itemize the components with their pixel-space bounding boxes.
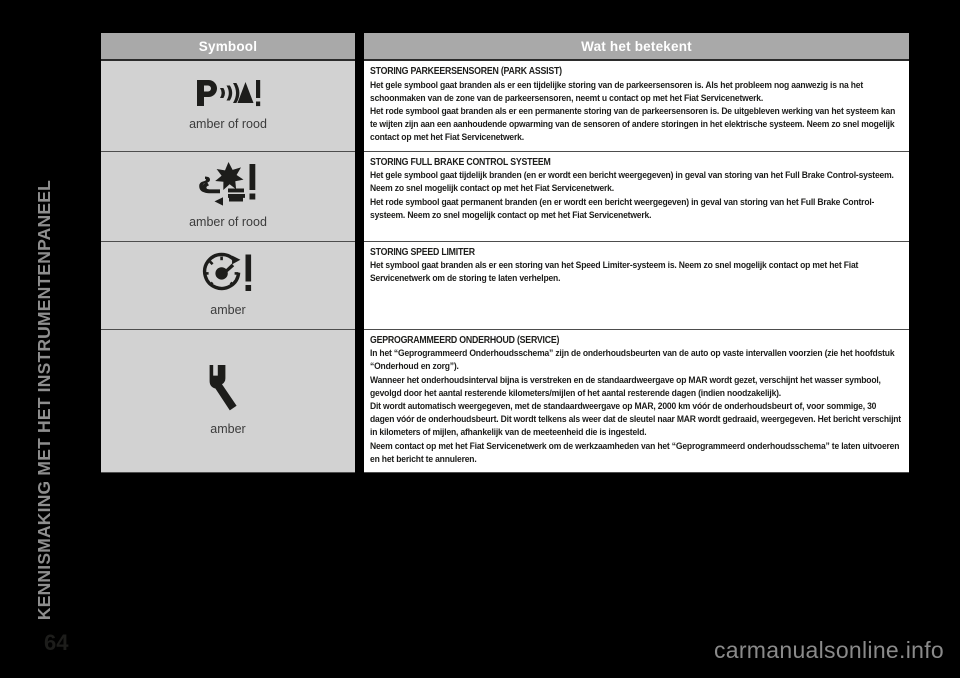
warning-paragraph: Het gele symbool gaat tijdelijk branden …	[370, 170, 894, 195]
watermark: carmanualsonline.info	[713, 637, 944, 663]
warning-title: STORING SPEED LIMITER	[370, 246, 475, 258]
park-assist-icon: amber of rood	[105, 78, 351, 131]
symbol-cell: amber	[101, 328, 355, 474]
table-header-row: Symbool Wat het betekent	[101, 33, 909, 60]
symbol-color-label: amber	[210, 302, 246, 317]
symbol-color-label: amber	[210, 422, 246, 437]
warning-description: Het gele symbool gaat branden als er een…	[370, 79, 901, 145]
meaning-cell: STORING PARKEERSENSOREN (PARK ASSIST) Het…	[364, 58, 909, 152]
warning-paragraph: Neem contact op met het Fiat Servicenetw…	[370, 440, 900, 465]
meaning-cell: GEPROGRAMMEERD ONDERHOUD (SERVICE) In het…	[364, 328, 909, 474]
warning-description: In het “Geprogrammeerd Onderhoudsschema”…	[370, 347, 901, 466]
warning-title: STORING FULL BRAKE CONTROL SYSTEEM	[370, 156, 551, 168]
symbol-color-label: amber of rood	[189, 117, 267, 132]
symbol-cell: amber	[101, 240, 355, 330]
table-row: amber GEPROGRAMMEERD ONDERHOUD (SERVICE) I…	[101, 328, 909, 474]
warning-description: Het gele symbool gaat tijdelijk branden …	[370, 169, 901, 222]
column-header-symbol: Symbool	[101, 33, 355, 60]
table-row: amber of rood STORING PARKEERSENSOREN (PA…	[101, 58, 909, 152]
cell-spacer	[355, 60, 364, 152]
scheduled-service-icon: amber	[105, 363, 351, 436]
cell-spacer	[355, 241, 364, 330]
warning-paragraph: Het symbool gaat branden als er een stor…	[370, 260, 859, 285]
chapter-title: KENNISMAKING MET HET INSTRUMENTENPANEEL	[0, 0, 88, 620]
symbol-meaning-table: Symbool Wat het betekent amber of rood ST…	[101, 33, 909, 474]
symbol-cell: amber of rood	[101, 58, 355, 152]
speed-limiter-icon: amber	[105, 252, 351, 317]
warning-title: STORING PARKEERSENSOREN (PARK ASSIST)	[370, 66, 562, 77]
warning-paragraph: In het “Geprogrammeerd Onderhoudsschema”…	[370, 348, 895, 373]
cell-spacer	[355, 329, 364, 473]
table-body: amber of rood STORING PARKEERSENSOREN (PA…	[101, 58, 909, 474]
warning-paragraph: Wanneer het onderhoudsinterval bijna is …	[370, 374, 881, 399]
warning-paragraph: Het rode symbool gaat permanent branden …	[370, 196, 875, 221]
warning-title: GEPROGRAMMEERD ONDERHOUD (SERVICE)	[370, 334, 560, 346]
symbol-color-label: amber of rood	[189, 214, 267, 229]
full-brake-control-icon: amber of rood	[105, 161, 351, 229]
meaning-cell: STORING SPEED LIMITER Het symbool gaat br…	[364, 240, 909, 330]
column-gap	[355, 33, 364, 60]
warning-paragraph: Het gele symbool gaat branden als er een…	[370, 79, 864, 104]
symbol-cell: amber of rood	[101, 150, 355, 242]
warning-paragraph: Het rode symbool gaat branden als er een…	[370, 106, 896, 144]
meaning-cell: STORING FULL BRAKE CONTROL SYSTEEM Het ge…	[364, 150, 909, 242]
warning-description: Het symbool gaat branden als er een stor…	[370, 259, 901, 285]
table-row: amber of rood STORING FULL BRAKE CONTROL …	[101, 150, 909, 242]
table-row: amber STORING SPEED LIMITER Het symbool ga…	[101, 240, 909, 330]
column-header-meaning: Wat het betekent	[364, 33, 909, 60]
warning-paragraph: Dit wordt automatisch weergegeven, met d…	[370, 401, 901, 439]
cell-spacer	[355, 151, 364, 242]
page-number: 64	[44, 630, 69, 655]
chapter-title-text: KENNISMAKING MET HET INSTRUMENTENPANEEL	[33, 179, 54, 620]
